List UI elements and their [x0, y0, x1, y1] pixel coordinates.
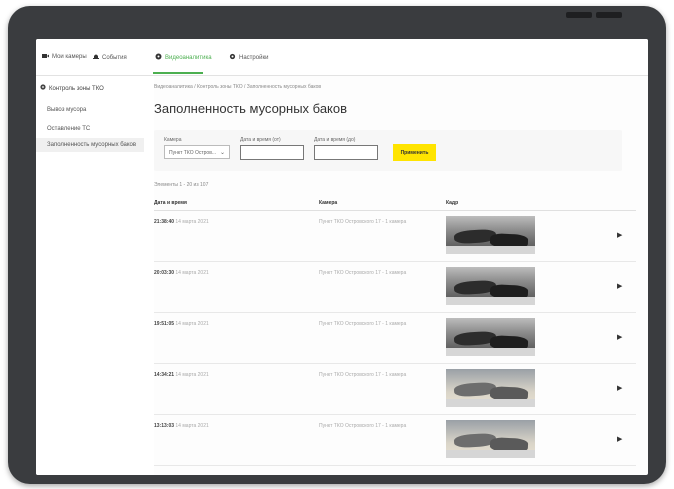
table-row[interactable]: 13:13:03 14 марта 2021 Пункт ТКО Островс… — [154, 415, 636, 466]
row-time: 13:13:03 — [154, 423, 175, 429]
nav-settings[interactable]: Настройки — [229, 53, 268, 62]
camera-filter-label: Камера — [164, 137, 182, 143]
camera-select[interactable]: Пункт ТКО Остров... ⌄ — [164, 145, 230, 159]
main-content: Видеоаналитика / Контроль зоны ТКО / Зап… — [154, 76, 648, 475]
analytics-icon — [40, 84, 46, 93]
tablet-frame: Мои камеры События Видеоаналитика Настро… — [8, 6, 666, 484]
row-date: 14 марта 2021 — [175, 270, 209, 276]
row-date: 14 марта 2021 — [175, 372, 209, 378]
row-camera: Пункт ТКО Островского 17 - 1 камера — [319, 321, 407, 327]
sidebar-item-label: Заполненность мусорных баков — [47, 142, 137, 148]
table-row[interactable]: 20:03:30 14 марта 2021 Пункт ТКО Островс… — [154, 262, 636, 313]
row-camera: Пункт ТКО Островского 17 - 1 камера — [319, 219, 407, 225]
filter-panel: Камера Пункт ТКО Остров... ⌄ Дата и врем… — [154, 130, 622, 171]
column-header-datetime[interactable]: Дата и время — [154, 200, 187, 206]
row-time: 14:34:21 — [154, 372, 175, 378]
gear-icon — [229, 53, 236, 62]
sidebar-item-label: Оставление ТС — [47, 126, 91, 132]
nav-events[interactable]: События — [93, 53, 127, 62]
items-count: Элементы 1 - 20 из 107 — [154, 182, 209, 188]
row-date: 14 марта 2021 — [175, 423, 209, 429]
play-arrow-icon[interactable]: ▶ — [617, 435, 622, 443]
row-datetime: 19:51:05 14 марта 2021 — [154, 321, 209, 327]
row-camera: Пункт ТКО Островского 17 - 1 камера — [319, 423, 407, 429]
frame-thumbnail[interactable] — [446, 369, 535, 407]
date-to-label: Дата и время (до) — [314, 137, 356, 143]
date-from-label: Дата и время (от) — [240, 137, 281, 143]
row-time: 19:51:05 — [154, 321, 175, 327]
frame-thumbnail[interactable] — [446, 267, 535, 305]
camera-select-value: Пункт ТКО Остров... — [169, 150, 217, 156]
sidebar: Контроль зоны ТКО Вывоз мусора Оставлени… — [36, 76, 154, 475]
row-time: 21:38:40 — [154, 219, 175, 225]
date-to-input[interactable] — [314, 145, 378, 160]
sidebar-section-label: Контроль зоны ТКО — [49, 85, 104, 92]
analytics-icon — [155, 53, 162, 62]
row-date: 14 марта 2021 — [175, 219, 209, 225]
page-title: Заполненность мусорных баков — [154, 101, 348, 116]
row-datetime: 13:13:03 14 марта 2021 — [154, 423, 209, 429]
active-tab-indicator — [153, 72, 203, 74]
date-from-input[interactable] — [240, 145, 304, 160]
sidebar-item-vehicle-leaving[interactable]: Оставление ТС — [47, 125, 90, 133]
sidebar-item-garbage-removal[interactable]: Вывоз мусора — [47, 106, 86, 114]
play-arrow-icon[interactable]: ▶ — [617, 282, 622, 290]
nav-label: Настройки — [239, 54, 269, 61]
frame-thumbnail[interactable] — [446, 420, 535, 458]
nav-label: События — [102, 54, 127, 61]
row-date: 14 марта 2021 — [175, 321, 209, 327]
apply-button[interactable]: Применить — [393, 144, 436, 161]
frame-thumbnail[interactable] — [446, 216, 535, 254]
top-nav: Мои камеры События Видеоаналитика Настро… — [36, 39, 648, 76]
nav-my-cameras[interactable]: Мои камеры — [42, 53, 87, 61]
nav-label: Мои камеры — [52, 54, 87, 60]
chevron-down-icon: ⌄ — [219, 150, 225, 156]
row-camera: Пункт ТКО Островского 17 - 1 камера — [319, 270, 407, 276]
app-screen: Мои камеры События Видеоаналитика Настро… — [36, 39, 648, 475]
table-row[interactable]: 21:38:40 14 марта 2021 Пункт ТКО Островс… — [154, 211, 636, 262]
sidebar-item-label: Вывоз мусора — [47, 107, 87, 113]
column-header-frame[interactable]: Кадр — [446, 200, 458, 206]
sidebar-item-bin-fullness[interactable]: Заполненность мусорных баков — [36, 138, 144, 152]
row-datetime: 20:03:30 14 марта 2021 — [154, 270, 209, 276]
nav-video-analytics[interactable]: Видеоаналитика — [155, 53, 212, 62]
column-header-camera[interactable]: Камера — [319, 200, 337, 206]
play-arrow-icon[interactable]: ▶ — [617, 384, 622, 392]
table-row[interactable]: 14:34:21 14 марта 2021 Пункт ТКО Островс… — [154, 364, 636, 415]
device-sensor — [566, 12, 592, 18]
row-camera: Пункт ТКО Островского 17 - 1 камера — [319, 372, 407, 378]
table-row[interactable]: 19:51:05 14 марта 2021 Пункт ТКО Островс… — [154, 313, 636, 364]
bell-icon — [93, 53, 99, 62]
row-datetime: 14:34:21 14 марта 2021 — [154, 372, 209, 378]
nav-label: Видеоаналитика — [165, 54, 212, 61]
row-time: 20:03:30 — [154, 270, 175, 276]
breadcrumb[interactable]: Видеоаналитика / Контроль зоны ТКО / Зап… — [154, 84, 321, 90]
camera-icon — [42, 53, 49, 61]
sidebar-section-tko[interactable]: Контроль зоны ТКО — [40, 84, 104, 93]
row-datetime: 21:38:40 14 марта 2021 — [154, 219, 209, 225]
device-sensor — [596, 12, 622, 18]
play-arrow-icon[interactable]: ▶ — [617, 231, 622, 239]
play-arrow-icon[interactable]: ▶ — [617, 333, 622, 341]
frame-thumbnail[interactable] — [446, 318, 535, 356]
